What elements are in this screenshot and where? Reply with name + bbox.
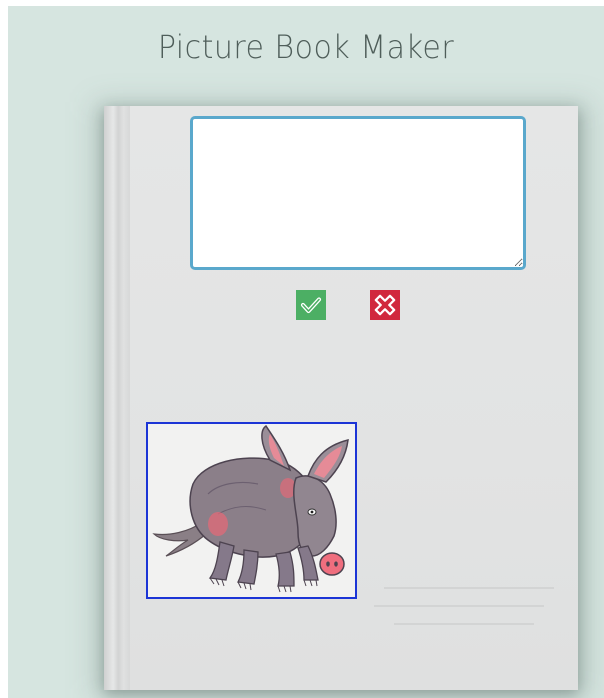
app-title: Picture Book Maker xyxy=(157,28,455,67)
caption-input[interactable] xyxy=(190,116,526,270)
workspace-panel: Picture Book Maker xyxy=(8,6,604,698)
book-spine xyxy=(104,106,130,690)
faded-cover-text xyxy=(374,587,554,625)
cross-icon xyxy=(374,294,396,316)
selected-picture[interactable] xyxy=(146,422,357,599)
app-window: Picture Book Maker xyxy=(0,0,604,698)
cancel-button[interactable] xyxy=(370,290,400,320)
check-icon xyxy=(300,297,322,314)
aardvark-illustration xyxy=(152,424,349,593)
confirm-button[interactable] xyxy=(296,290,326,320)
book-cover xyxy=(104,106,578,690)
